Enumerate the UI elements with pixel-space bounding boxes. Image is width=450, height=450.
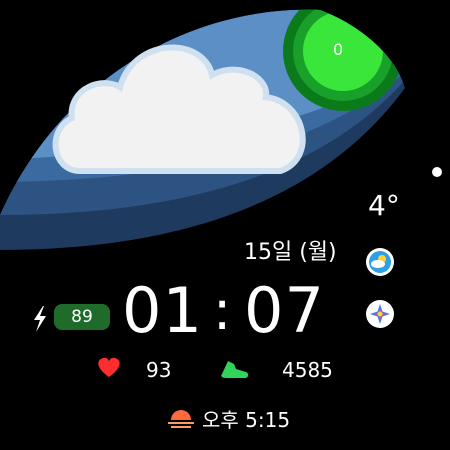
bolt-icon <box>34 306 46 332</box>
steps-value: 4585 <box>282 358 333 382</box>
sparkle-app-icon[interactable] <box>366 300 394 328</box>
ring-value: 0 <box>333 40 344 59</box>
weather-app-icon[interactable] <box>366 248 394 276</box>
battery-value: 89 <box>71 307 93 327</box>
time-separator: : <box>213 279 232 342</box>
sparkle-app-glyph <box>367 301 393 327</box>
weather-leaf-graphic <box>0 9 442 428</box>
date-text: 15일 (월) <box>244 240 337 265</box>
shoe-icon <box>221 361 249 378</box>
page-indicator-dot <box>432 167 442 177</box>
weather-app-glyph <box>367 249 393 275</box>
sunset-time-text: 오후 5:15 <box>202 408 291 432</box>
sunset-icon <box>168 410 194 428</box>
time-hours: 01 <box>122 274 203 347</box>
time-minutes: 07 <box>244 274 325 347</box>
temperature-text: 4° <box>368 189 400 222</box>
heart-rate-value: 93 <box>146 358 172 382</box>
heart-icon <box>98 357 120 377</box>
